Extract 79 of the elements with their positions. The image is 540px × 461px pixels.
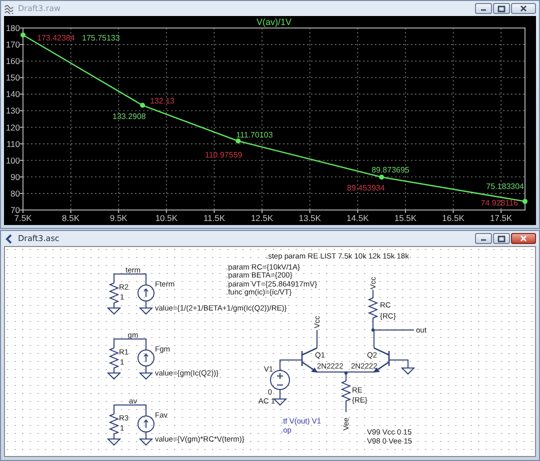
wire (388, 360, 408, 368)
current-source-symbol (138, 350, 154, 374)
close-icon (518, 234, 529, 243)
resistor-symbol (340, 380, 352, 412)
minimize-button[interactable] (475, 3, 492, 14)
annotation-label: 175.75133 (82, 34, 120, 42)
ground-symbol (272, 398, 288, 406)
window-title: Draft3.raw (18, 4, 61, 13)
data-point (20, 32, 26, 38)
resistor-symbol (108, 282, 120, 308)
axis-tick-label: 180 (6, 23, 20, 33)
maximize-icon (496, 234, 507, 243)
wire (114, 404, 146, 416)
axis-tick-label: 140 (6, 89, 20, 100)
axis-tick-label: 90 (10, 172, 20, 182)
junction-dot (344, 371, 348, 375)
close-button[interactable] (511, 233, 536, 244)
trace-name: V(av)/1V (256, 17, 292, 27)
waveform-icon (4, 4, 14, 14)
maximize-button[interactable] (493, 233, 510, 244)
axis-tick-label: 9.5K (110, 213, 128, 223)
ground-symbol (138, 438, 154, 446)
annotation-label: 74.928116 (480, 198, 518, 208)
annotation-label: 173.42384 (37, 34, 75, 42)
maximize-button[interactable] (493, 3, 510, 14)
maximize-icon (496, 4, 507, 13)
voltage-source-symbol (270, 370, 290, 400)
junction-dot (371, 328, 375, 332)
resistor-symbol (108, 414, 120, 440)
axis-tick-label: 14.5K (346, 213, 369, 223)
minimize-button[interactable] (475, 233, 492, 244)
axis-tick-label: 10.5K (155, 213, 178, 223)
axis-tick-label: 13.5K (298, 213, 321, 223)
axis-tick-label: 80 (10, 188, 20, 198)
schematic-icon (4, 234, 14, 244)
axis-tick-label: 110 (6, 138, 20, 149)
resistor-symbol (368, 298, 378, 330)
close-button[interactable] (511, 3, 536, 14)
axis-tick-label: 150 (6, 72, 20, 83)
ground-symbol (106, 438, 122, 446)
ground-symbol (138, 308, 154, 315)
axis-tick-label: 15.5K (394, 213, 417, 223)
annotation-label: 110.97559 (205, 150, 242, 160)
resistor-symbol (108, 348, 120, 374)
wire (114, 338, 146, 350)
current-source-symbol (138, 284, 154, 308)
data-point (522, 198, 528, 204)
data-point (140, 102, 146, 108)
axis-tick-label: 12.5K (250, 213, 274, 223)
window-title: Draft3.asc (18, 234, 60, 243)
ground-symbol (106, 308, 122, 315)
annotation-label: 132.13 (150, 96, 174, 106)
axis-tick-label: 70 (10, 205, 20, 215)
axis-tick-label: 100 (6, 155, 20, 166)
ground-symbol (106, 372, 122, 380)
data-label: 75.183304 (486, 182, 524, 191)
data-label: 89.873695 (372, 166, 410, 175)
data-label: 111.70103 (236, 130, 273, 140)
wire (114, 274, 146, 286)
ground-symbol (400, 368, 416, 375)
data-point (379, 174, 384, 180)
annotation-label: 89.453934 (347, 184, 385, 192)
axis-tick-label: 120 (6, 122, 20, 132)
axis-tick-label: 7.5K (14, 213, 32, 223)
axis-tick-label: 11.5K (203, 213, 226, 223)
ground-symbol (138, 372, 154, 380)
data-point (236, 138, 241, 144)
wire (316, 330, 318, 348)
axis-tick-label: 170 (6, 40, 20, 50)
axis-tick-label: 17.5K (490, 213, 512, 223)
axis-tick-label: 130 (6, 106, 20, 116)
current-source-symbol (138, 416, 154, 440)
close-icon (518, 4, 529, 13)
axis-tick-label: 8.5K (62, 213, 80, 223)
data-label: 133.2908 (112, 112, 146, 121)
wire (280, 360, 302, 370)
axis-tick-label: 160 (6, 56, 20, 66)
wire (372, 290, 374, 298)
axis-tick-label: 16.5K (442, 213, 464, 223)
